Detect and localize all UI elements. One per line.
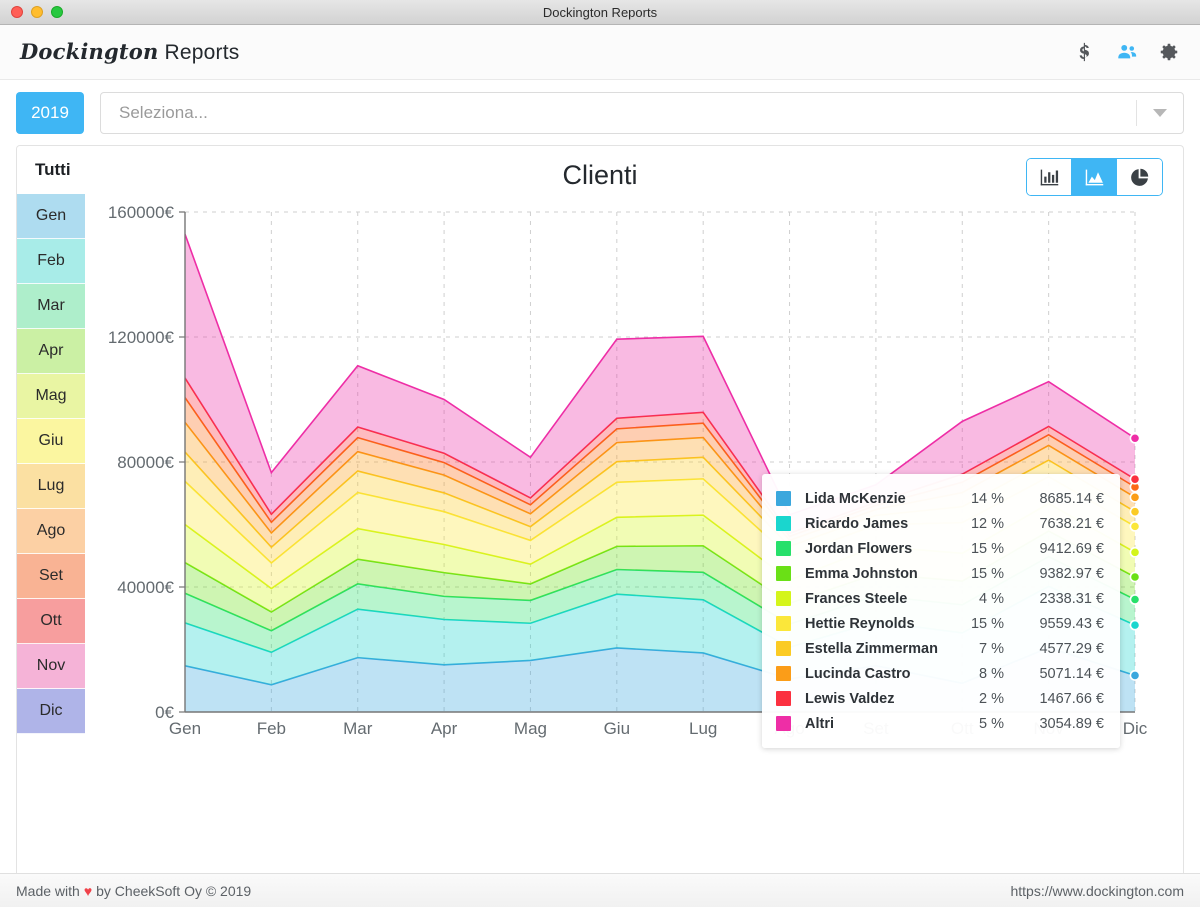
legend-percent: 7 %	[979, 640, 1004, 657]
legend-color-swatch	[776, 641, 791, 656]
legend-color-swatch	[776, 591, 791, 606]
x-axis-tick-label: Apr	[431, 719, 458, 738]
legend-color-swatch	[776, 491, 791, 506]
y-axis-tick-label: 40000€	[117, 578, 174, 597]
legend-color-swatch	[776, 566, 791, 581]
chart-header: Clienti	[17, 146, 1183, 204]
report-card: Tutti Gen Feb Mar Apr Mag Giu Lug Ago Se…	[16, 145, 1184, 873]
legend-amount: 2338.31 €	[1039, 590, 1104, 607]
area-chart-button[interactable]	[1072, 159, 1117, 195]
window-title: Dockington Reports	[542, 4, 658, 20]
legend-row[interactable]: Ricardo James 12 % 7638.21 €	[776, 511, 1104, 536]
header-actions	[1074, 41, 1180, 63]
legend-client-name: Lucinda Castro	[805, 665, 911, 682]
legend-client-name: Lewis Valdez	[805, 690, 895, 707]
chart-body: 0€ 40000€ 80000€ 120000€ 160000€ Gen Feb Mar Ap…	[17, 204, 1183, 804]
footer-made-with: Made with	[16, 882, 80, 899]
app-header: Dockington Reports	[0, 25, 1200, 80]
legend-amount: 7638.21 €	[1039, 515, 1104, 532]
legend-amount: 8685.14 €	[1039, 490, 1104, 507]
legend-row[interactable]: Jordan Flowers 15 % 9412.69 €	[776, 536, 1104, 561]
legend-amount: 9412.69 €	[1039, 540, 1104, 557]
legend-amount: 9559.43 €	[1039, 615, 1104, 632]
legend-percent: 8 %	[979, 665, 1004, 682]
legend-client-name: Estella Zimmerman	[805, 640, 938, 657]
legend-amount: 1467.66 €	[1039, 690, 1104, 707]
legend-row[interactable]: Lewis Valdez 2 % 1467.66 €	[776, 686, 1104, 711]
x-axis-tick-label: Mar	[343, 719, 373, 738]
legend-row[interactable]: Lida McKenzie 14 % 8685.14 €	[776, 486, 1104, 511]
legend-percent: 15 %	[970, 540, 1004, 557]
legend-color-swatch	[776, 716, 791, 731]
year-button[interactable]: 2019	[16, 91, 84, 134]
legend-percent: 14 %	[970, 490, 1004, 507]
legend-color-swatch	[776, 691, 791, 706]
bar-chart-button[interactable]	[1027, 159, 1072, 195]
legend-row[interactable]: Hettie Reynolds 15 % 9559.43 €	[776, 611, 1104, 636]
x-axis-tick-label: Mag	[514, 719, 547, 738]
x-axis-tick-label: Lug	[689, 719, 717, 738]
gear-icon[interactable]	[1158, 41, 1180, 63]
y-axis-tick-label: 120000€	[108, 328, 175, 347]
chevron-down-icon[interactable]	[1137, 108, 1183, 117]
legend-color-swatch	[776, 616, 791, 631]
legend-color-swatch	[776, 541, 791, 556]
x-axis-tick-label: Gen	[169, 719, 201, 738]
legend-tooltip-panel: Lida McKenzie 14 % 8685.14 € Ricardo James 1…	[762, 474, 1120, 748]
legend-client-name: Jordan Flowers	[805, 540, 913, 557]
legend-amount: 5071.14 €	[1039, 665, 1104, 682]
legend-percent: 12 %	[970, 515, 1004, 532]
legend-percent: 2 %	[979, 690, 1004, 707]
legend-row[interactable]: Frances Steele 4 % 2338.31 €	[776, 586, 1104, 611]
titlebar: Dockington Reports	[0, 0, 1200, 25]
legend-row[interactable]: Emma Johnston 15 % 9382.97 €	[776, 561, 1104, 586]
legend-client-name: Lida McKenzie	[805, 490, 906, 507]
legend-percent: 15 %	[970, 565, 1004, 582]
y-axis-tick-label: 160000€	[108, 204, 175, 222]
legend-amount: 3054.89 €	[1039, 715, 1104, 732]
legend-client-name: Emma Johnston	[805, 565, 918, 582]
footer-credit: by CheekSoft Oy © 2019	[96, 882, 252, 899]
legend-amount: 9382.97 €	[1039, 565, 1104, 582]
client-select-placeholder: Seleziona...	[119, 102, 208, 122]
app-window: Dockington Reports Dockington Reports 20…	[0, 0, 1200, 907]
app-logo: Dockington Reports	[20, 39, 239, 65]
legend-amount: 4577.29 €	[1039, 640, 1104, 657]
page-title: Clienti	[562, 159, 638, 190]
legend-client-name: Altri	[805, 715, 834, 732]
legend-client-name: Ricardo James	[805, 515, 909, 532]
x-axis-tick-label: Dic	[1123, 719, 1148, 738]
x-axis-tick-label: Feb	[257, 719, 286, 738]
legend-percent: 5 %	[979, 715, 1004, 732]
client-select[interactable]: Seleziona...	[100, 91, 1184, 134]
legend-percent: 4 %	[979, 590, 1004, 607]
legend-row[interactable]: Lucinda Castro 8 % 5071.14 €	[776, 661, 1104, 686]
legend-row[interactable]: Estella Zimmerman 7 % 4577.29 €	[776, 636, 1104, 661]
filter-bar: 2019 Seleziona...	[0, 80, 1200, 145]
legend-color-swatch	[776, 516, 791, 531]
brand-name: Dockington	[20, 39, 159, 64]
legend-client-name: Frances Steele	[805, 590, 908, 607]
legend-percent: 15 %	[970, 615, 1004, 632]
y-axis-tick-label: 80000€	[117, 453, 174, 472]
dollar-icon[interactable]	[1074, 41, 1096, 63]
pie-chart-button[interactable]	[1117, 159, 1162, 195]
x-axis-tick-label: Giu	[604, 719, 630, 738]
legend-client-name: Hettie Reynolds	[805, 615, 915, 632]
legend-color-swatch	[776, 666, 791, 681]
heart-icon: ♥	[83, 882, 93, 899]
users-icon[interactable]	[1116, 41, 1138, 63]
legend-row[interactable]: Altri 5 % 3054.89 €	[776, 711, 1104, 736]
footer-url-link[interactable]: https://www.dockington.com	[1010, 883, 1184, 899]
brand-suffix: Reports	[158, 41, 240, 64]
footer: Made with ♥ by CheekSoft Oy © 2019 https…	[0, 873, 1200, 907]
chart-type-toggle	[1026, 158, 1163, 196]
